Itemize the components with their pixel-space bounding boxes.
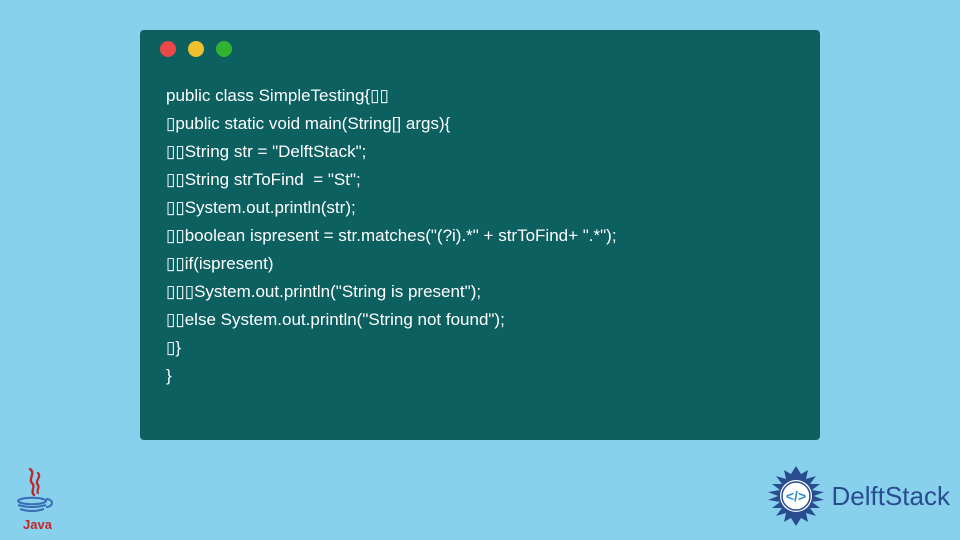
- delftstack-logo: </> DelftStack: [764, 464, 951, 528]
- code-window: public class SimpleTesting{▯▯ ▯public st…: [140, 30, 820, 440]
- code-content: public class SimpleTesting{▯▯ ▯public st…: [140, 68, 820, 404]
- window-titlebar: [140, 30, 820, 68]
- java-logo: Java: [10, 465, 65, 532]
- close-icon: [160, 41, 176, 57]
- maximize-icon: [216, 41, 232, 57]
- delftstack-badge-icon: </>: [764, 464, 828, 528]
- minimize-icon: [188, 41, 204, 57]
- svg-text:</>: </>: [785, 488, 805, 504]
- java-cup-icon: [10, 465, 58, 517]
- java-logo-label: Java: [10, 517, 65, 532]
- delftstack-logo-label: DelftStack: [832, 481, 951, 512]
